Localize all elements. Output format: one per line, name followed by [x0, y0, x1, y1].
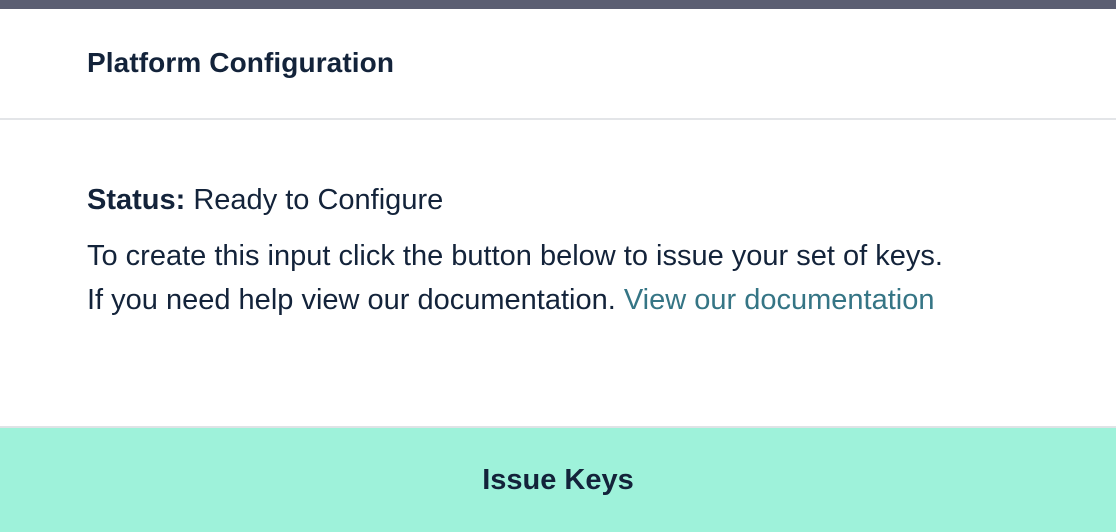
- documentation-link[interactable]: View our documentation: [624, 284, 935, 316]
- status-line: Status: Ready to Configure: [87, 181, 1087, 219]
- top-bar: [0, 0, 1116, 9]
- issue-keys-button-label: Issue Keys: [482, 463, 634, 496]
- page-title: Platform Configuration: [87, 47, 395, 78]
- status-panel: Status: Ready to Configure To create thi…: [87, 181, 1087, 322]
- instructions-line-2: If you need help view our documentation.: [87, 284, 616, 316]
- status-label: Status:: [87, 184, 186, 216]
- issue-keys-button[interactable]: Issue Keys: [0, 426, 1116, 532]
- status-value: Ready to Configure: [193, 184, 444, 216]
- instructions-line-1: To create this input click the button be…: [87, 240, 943, 272]
- page-header: Platform Configuration: [0, 9, 1116, 120]
- instructions-text: To create this input click the button be…: [87, 234, 1087, 322]
